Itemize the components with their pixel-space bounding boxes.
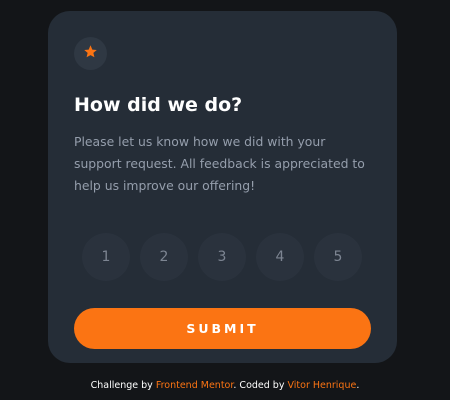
card-description: Please let us know how we did with your … [74, 134, 365, 193]
submit-button[interactable]: SUBMIT [74, 308, 371, 349]
rating-options: 1 2 3 4 5 [82, 233, 362, 281]
rating-card: How did we do? Please let us know how we… [48, 11, 397, 363]
rating-button-2[interactable]: 2 [140, 233, 188, 281]
star-icon [83, 44, 98, 63]
card-title: How did we do? [74, 94, 243, 116]
rating-button-1[interactable]: 1 [82, 233, 130, 281]
rating-button-4[interactable]: 4 [256, 233, 304, 281]
rating-button-5[interactable]: 5 [314, 233, 362, 281]
star-badge [74, 37, 107, 70]
frontend-mentor-link[interactable]: Frontend Mentor [156, 380, 234, 391]
attribution-suffix: . [356, 380, 360, 391]
rating-button-3[interactable]: 3 [198, 233, 246, 281]
attribution-middle: . Coded by [233, 380, 288, 391]
attribution-prefix: Challenge by [90, 380, 156, 391]
author-link[interactable]: Vitor Henrique [287, 380, 356, 391]
attribution: Challenge by Frontend Mentor. Coded by V… [0, 380, 450, 391]
